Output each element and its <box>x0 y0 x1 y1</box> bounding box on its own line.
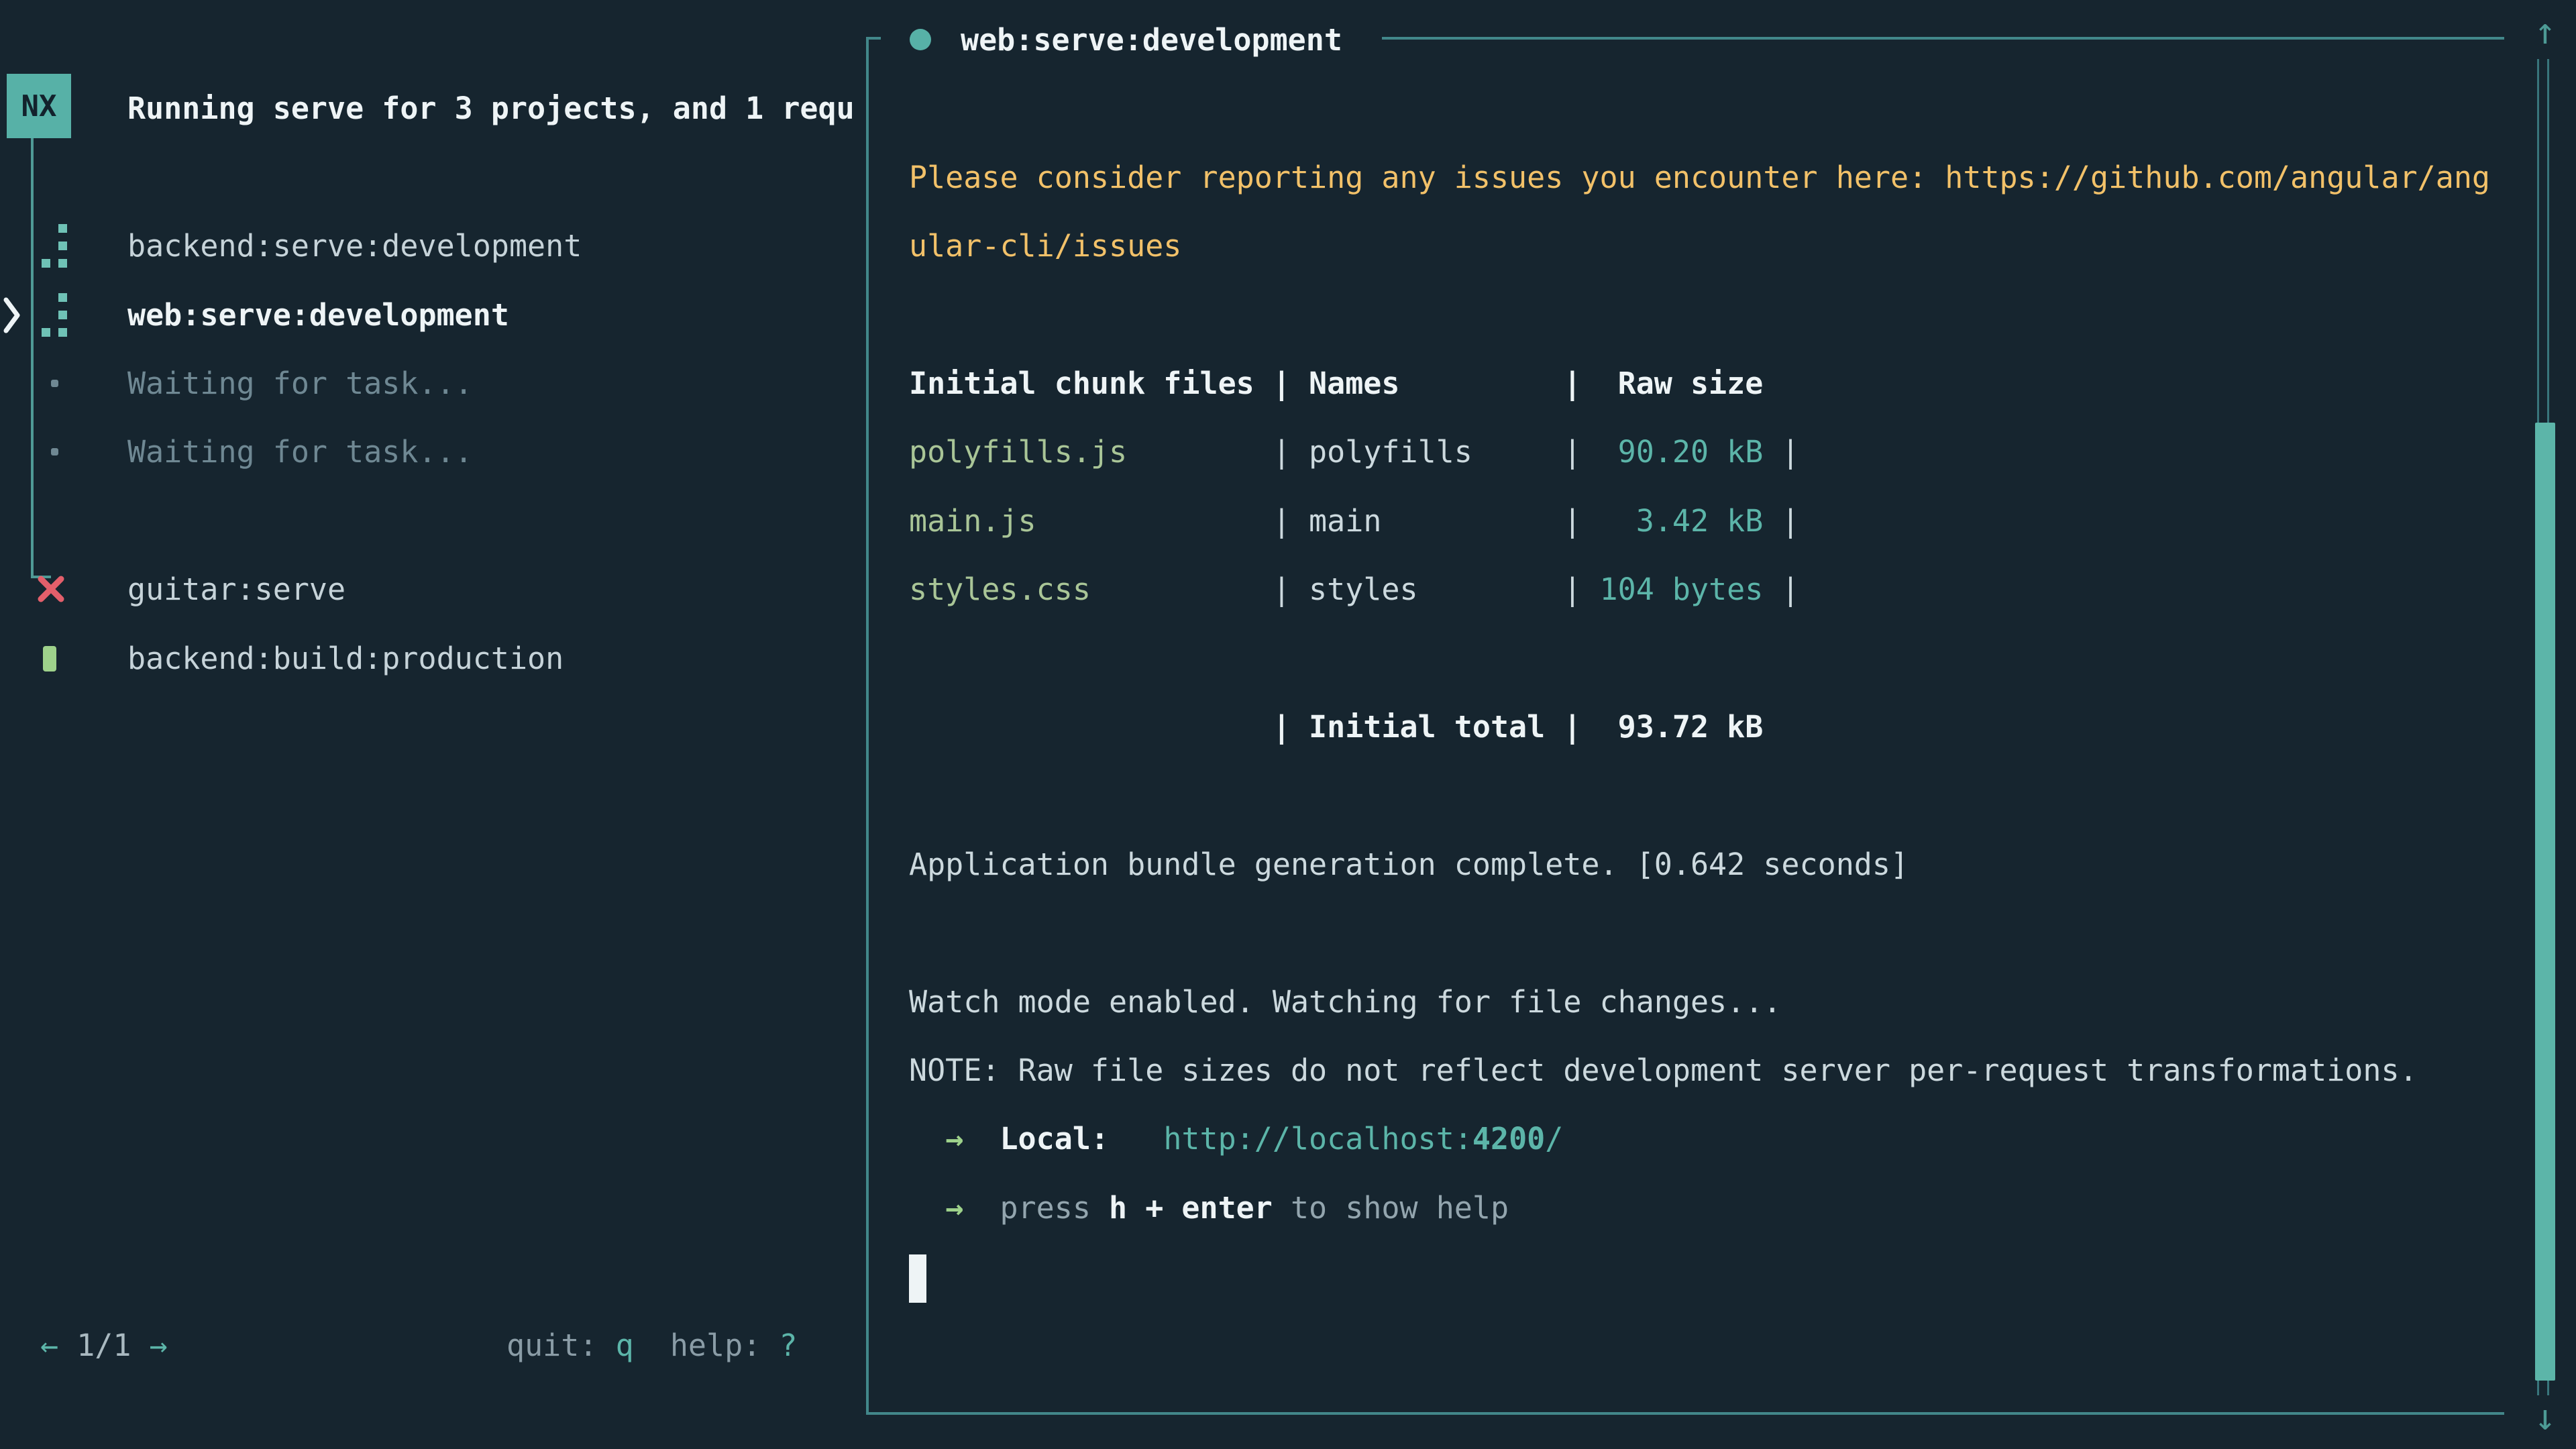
nx-logo: NX <box>7 74 71 138</box>
text-cursor <box>909 1254 926 1303</box>
sidebar-title: Running serve for 3 projects, and 1 requ <box>127 74 855 143</box>
task-label: guitar:serve <box>127 555 345 624</box>
terminal-text: 4200 <box>1472 1121 1545 1157</box>
terminal-text <box>963 1190 1000 1226</box>
terminal-line: Application bundle generation complete. … <box>909 830 1909 899</box>
terminal-text: | <box>1763 434 1799 470</box>
task-label: web:serve:development <box>127 280 509 350</box>
pager-count: 1/1 <box>76 1328 131 1363</box>
terminal-text <box>1109 1121 1163 1157</box>
terminal-text: Initial chunk files | Names | Raw size <box>909 366 1763 401</box>
selected-chevron-icon <box>1 293 21 345</box>
panel-title: web:serve:development <box>961 5 1342 74</box>
terminal-text: main.js <box>909 503 1036 539</box>
quit-label: quit: <box>506 1328 616 1363</box>
terminal-text: | main | <box>1036 503 1582 539</box>
waiting-dot-icon <box>51 448 58 455</box>
spinner-icon <box>42 224 68 268</box>
terminal-text: Please consider reporting any issues you… <box>909 160 2490 195</box>
terminal-text: 3.42 kB <box>1581 503 1763 539</box>
pager-label <box>58 1328 76 1363</box>
pager-prev-icon[interactable]: ← <box>40 1328 58 1363</box>
task-row-guitar-serve[interactable]: guitar:serve <box>0 555 866 624</box>
task-label: backend:build:production <box>127 624 564 693</box>
success-square-icon <box>43 646 56 672</box>
terminal-line: Watch mode enabled. Watching for file ch… <box>909 967 1781 1036</box>
terminal-line: NOTE: Raw file sizes do not reflect deve… <box>909 1036 2418 1105</box>
task-row-waiting-for-task[interactable]: Waiting for task... <box>0 417 866 486</box>
scrollbar-thumb[interactable] <box>2535 423 2555 1381</box>
terminal-text: | Initial total | 93.72 kB <box>909 709 1763 745</box>
terminal-text: | <box>1763 572 1799 607</box>
panel-border-top <box>1382 37 2504 40</box>
pager-spacer <box>131 1328 149 1363</box>
pager: ← 1/1 → <box>40 1311 168 1380</box>
task-label: backend:serve:development <box>127 211 582 280</box>
waiting-dot-icon <box>51 380 58 387</box>
scroll-up-icon[interactable]: ↑ <box>2524 8 2567 55</box>
terminal-text: ular-cli/issues <box>909 228 1181 264</box>
nx-logo-text: NX <box>21 89 57 123</box>
terminal-line: → Local: http://localhost:4200/ <box>909 1104 1563 1173</box>
task-row-backend-serve-development[interactable]: backend:serve:development <box>0 211 866 280</box>
help-key[interactable]: ? <box>779 1328 797 1363</box>
terminal-text: NOTE: Raw file sizes do not reflect deve… <box>909 1053 2418 1088</box>
running-status-dot-icon <box>910 29 931 50</box>
scroll-down-icon[interactable]: ↓ <box>2524 1394 2567 1441</box>
task-row-backend-build-production[interactable]: backend:build:production <box>0 624 866 693</box>
task-row-web-serve-development[interactable]: web:serve:development <box>0 280 866 350</box>
pager-next-icon[interactable]: → <box>150 1328 168 1363</box>
task-label: Waiting for task... <box>127 417 473 486</box>
terminal-text <box>963 1121 1000 1157</box>
terminal-screen: NX Running serve for 3 projects, and 1 r… <box>0 0 2576 1449</box>
terminal-line: → press h + enter to show help <box>909 1173 1509 1242</box>
terminal-line: styles.css | styles | 104 bytes | <box>909 555 1800 624</box>
statusbar: quit: q help: ? <box>506 1311 798 1380</box>
task-row-waiting-for-task[interactable]: Waiting for task... <box>0 349 866 418</box>
terminal-text: press <box>1000 1190 1109 1226</box>
failed-cross-icon <box>36 574 66 611</box>
terminal-line: main.js | main | 3.42 kB | <box>909 486 1800 555</box>
terminal-text: styles.css <box>909 572 1091 607</box>
terminal-text: Application bundle generation complete. … <box>909 847 1909 882</box>
terminal-text: h + enter <box>1109 1190 1273 1226</box>
quit-key[interactable]: q <box>616 1328 634 1363</box>
terminal-text: | polyfills | <box>1127 434 1581 470</box>
spinner-icon <box>42 293 68 337</box>
terminal-text: | styles | <box>1091 572 1582 607</box>
local-server-link[interactable]: http://localhost: <box>1163 1121 1472 1157</box>
terminal-text: Local: <box>1000 1121 1109 1157</box>
terminal-text: polyfills.js <box>909 434 1127 470</box>
help-label: help: <box>670 1328 780 1363</box>
panel-border-bottom <box>866 1412 2504 1415</box>
terminal-line <box>909 1242 926 1311</box>
terminal-text: to show help <box>1273 1190 1509 1226</box>
panel-border-left <box>866 37 869 1415</box>
terminal-line: Please consider reporting any issues you… <box>909 143 2490 212</box>
terminal-text: / <box>1545 1121 1563 1157</box>
terminal-line: ular-cli/issues <box>909 211 1181 280</box>
task-sidebar: NX Running serve for 3 projects, and 1 r… <box>0 0 866 1449</box>
panel-border-top-stub <box>866 37 881 40</box>
terminal-line: polyfills.js | polyfills | 90.20 kB | <box>909 417 1800 486</box>
terminal-text <box>909 1190 945 1226</box>
terminal-text: 104 bytes <box>1581 572 1763 607</box>
terminal-line: Initial chunk files | Names | Raw size <box>909 349 1763 418</box>
terminal-text: → <box>945 1190 963 1226</box>
task-label: Waiting for task... <box>127 349 473 418</box>
statusbar-spacer <box>634 1328 670 1363</box>
terminal-text: Watch mode enabled. Watching for file ch… <box>909 984 1781 1020</box>
terminal-text <box>909 1121 945 1157</box>
terminal-text: → <box>945 1121 963 1157</box>
terminal-text: 90.20 kB <box>1581 434 1763 470</box>
terminal-text: | <box>1763 503 1799 539</box>
terminal-line: | Initial total | 93.72 kB <box>909 692 1763 761</box>
